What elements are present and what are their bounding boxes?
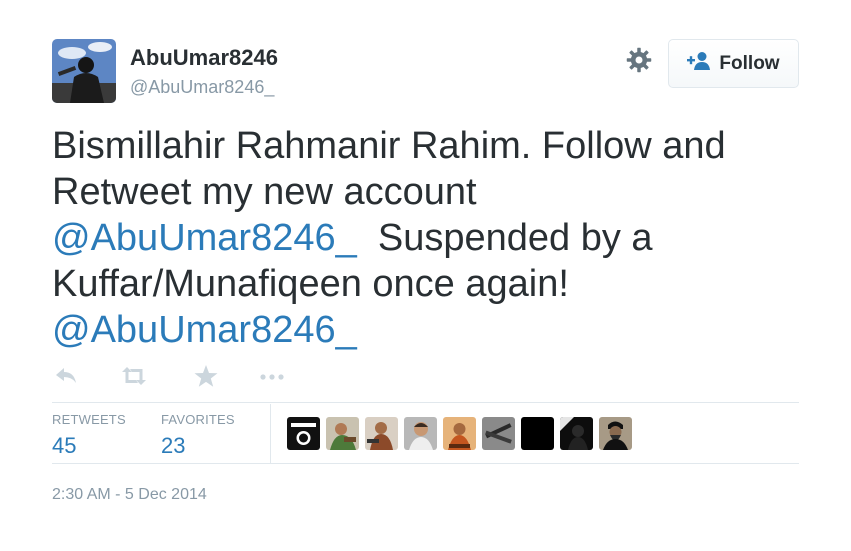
user-avatar[interactable]	[482, 417, 515, 450]
favorites-label: FAVORITES	[161, 412, 235, 427]
retweets-label: RETWEETS	[52, 412, 126, 427]
tweet-text-line: Retweet my new account	[52, 171, 477, 213]
gear-icon[interactable]	[625, 46, 653, 74]
retweets-count: 45	[52, 433, 77, 458]
add-user-icon	[687, 51, 711, 76]
display-name[interactable]: AbuUmar8246	[130, 45, 278, 71]
tweet-text-line: Kuffar/Munafiqeen once again!	[52, 263, 569, 305]
more-icon[interactable]	[258, 362, 286, 390]
avatar[interactable]	[52, 39, 116, 103]
follow-button[interactable]: Follow	[668, 39, 799, 88]
tweet-timestamp[interactable]: 2:30 AM - 5 Dec 2014	[52, 486, 207, 504]
tweet-text-segment: Suspended by a	[356, 217, 653, 259]
favorite-icon[interactable]	[192, 362, 220, 390]
retweets-stat[interactable]: RETWEETS 45	[52, 412, 126, 459]
tweet-text-line: @AbuUmar8246_	[52, 307, 792, 353]
reply-icon[interactable]	[52, 362, 80, 390]
favorites-count: 23	[161, 433, 186, 458]
user-avatar[interactable]	[521, 417, 554, 450]
retweet-icon[interactable]	[120, 362, 148, 390]
divider	[52, 463, 799, 464]
tweet-text-line: @AbuUmar8246_ Suspended by a	[52, 215, 792, 261]
divider	[52, 402, 799, 403]
user-handle[interactable]: @AbuUmar8246_	[130, 77, 274, 98]
user-avatar[interactable]	[365, 417, 398, 450]
user-avatar[interactable]	[326, 417, 359, 450]
tweet-text-line: Bismillahir Rahmanir Rahim. Follow and	[52, 125, 726, 167]
user-avatar[interactable]	[287, 417, 320, 450]
favorites-stat[interactable]: FAVORITES 23	[161, 412, 235, 459]
user-avatar[interactable]	[599, 417, 632, 450]
stats-divider	[270, 404, 271, 464]
mention-link[interactable]: @AbuUmar8246_	[52, 309, 357, 351]
follow-button-label: Follow	[719, 52, 780, 74]
tweet-card: AbuUmar8246 @AbuUmar8246_ Follow Bismill…	[0, 0, 851, 551]
user-avatar[interactable]	[560, 417, 593, 450]
user-avatar[interactable]	[404, 417, 437, 450]
mention-link[interactable]: @AbuUmar8246_	[52, 217, 357, 259]
tweet-text: Bismillahir Rahmanir Rahim. Follow and R…	[52, 123, 792, 353]
user-avatar[interactable]	[443, 417, 476, 450]
